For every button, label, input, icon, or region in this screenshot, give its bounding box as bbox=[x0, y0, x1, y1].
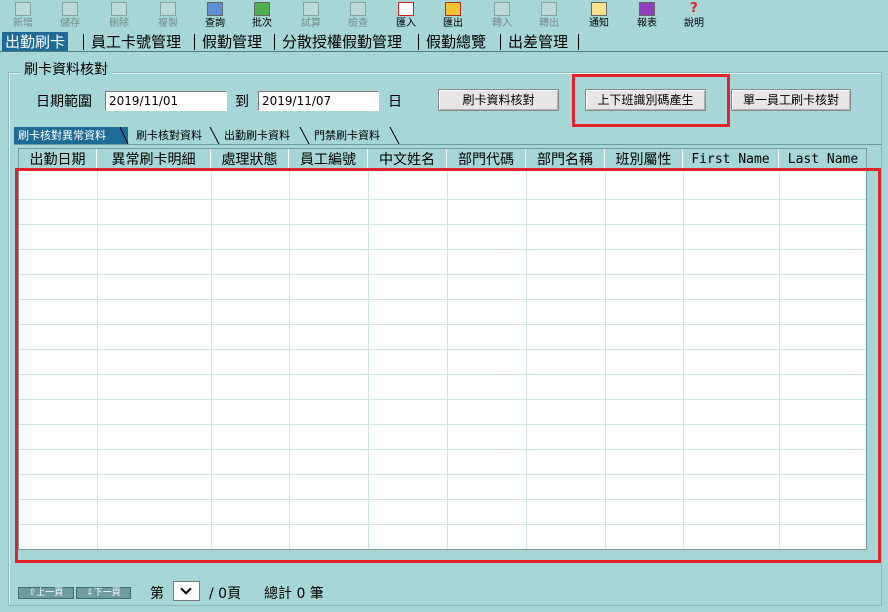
import-icon bbox=[398, 2, 414, 16]
prev-page-button[interactable]: ⇧上一頁 bbox=[18, 587, 74, 599]
date-range-label: 日期範圍 bbox=[36, 94, 92, 110]
page-total-label: / 0頁 bbox=[209, 586, 242, 602]
verify-card-data-button[interactable]: 刷卡資料核對 bbox=[438, 89, 559, 111]
tab-separator bbox=[500, 34, 501, 50]
date-from-input[interactable] bbox=[105, 91, 227, 111]
next-page-button[interactable]: ⇩下一頁 bbox=[76, 587, 131, 599]
tab-separator bbox=[418, 34, 419, 50]
query-button[interactable]: 查詢 bbox=[192, 0, 238, 32]
help-icon: ? bbox=[690, 1, 698, 16]
to-label: 到 bbox=[235, 94, 249, 110]
new-icon bbox=[15, 2, 31, 16]
group-title: 刷卡資料核對 bbox=[20, 61, 112, 79]
tab-leave-overview[interactable]: 假勤總覽 bbox=[423, 32, 489, 52]
report-label: 報表 bbox=[637, 18, 657, 29]
batch-label: 批次 bbox=[252, 18, 272, 29]
delete-icon bbox=[111, 2, 127, 16]
transfer-in-button[interactable]: 轉入 bbox=[479, 0, 525, 32]
record-total-label: 總計 0 筆 bbox=[264, 586, 324, 602]
down-arrow-icon: ⇩ bbox=[86, 588, 94, 598]
tab-attendance-card[interactable]: 出勤刷卡 bbox=[2, 32, 69, 52]
calculate-label: 試算 bbox=[301, 18, 321, 29]
query-icon bbox=[207, 2, 223, 16]
day-label: 日 bbox=[388, 94, 402, 110]
import-button[interactable]: 匯入 bbox=[383, 0, 429, 32]
tab-business-trip[interactable]: 出差管理 bbox=[505, 32, 571, 52]
query-label: 查詢 bbox=[205, 18, 225, 29]
tab-distributed-leave[interactable]: 分散授權假勤管理 bbox=[279, 32, 405, 52]
tab-separator bbox=[274, 34, 275, 50]
generate-shift-code-button[interactable]: 上下班識別碼產生 bbox=[585, 89, 706, 111]
copy-button[interactable]: 複製 bbox=[145, 0, 191, 32]
delete-button[interactable]: 刪除 bbox=[96, 0, 142, 32]
export-button[interactable]: 匯出 bbox=[430, 0, 476, 32]
copy-icon bbox=[160, 2, 176, 16]
tab-separator bbox=[83, 34, 84, 50]
notify-button[interactable]: 通知 bbox=[576, 0, 622, 32]
check-icon bbox=[350, 2, 366, 16]
save-icon bbox=[62, 2, 78, 16]
calculator-icon bbox=[303, 2, 319, 16]
tab-underline bbox=[0, 51, 888, 52]
notify-icon bbox=[591, 2, 607, 16]
batch-icon bbox=[254, 2, 270, 16]
delete-label: 刪除 bbox=[109, 18, 129, 29]
transfer-out-label: 轉出 bbox=[539, 18, 559, 29]
tab-leave-management[interactable]: 假勤管理 bbox=[199, 32, 265, 52]
grid-highlight-box bbox=[15, 168, 881, 563]
page-select[interactable] bbox=[173, 581, 200, 601]
single-employee-verify-button[interactable]: 單一員工刷卡核對 bbox=[731, 89, 851, 111]
export-icon bbox=[445, 2, 461, 16]
subtab-slants bbox=[119, 127, 400, 145]
date-to-input[interactable] bbox=[258, 91, 379, 111]
transfer-out-button[interactable]: 轉出 bbox=[526, 0, 572, 32]
copy-label: 複製 bbox=[158, 18, 178, 29]
page-prefix-label: 第 bbox=[150, 586, 164, 602]
tab-separator bbox=[578, 34, 579, 50]
help-label: 說明 bbox=[684, 18, 704, 29]
chevron-down-icon bbox=[180, 583, 192, 595]
export-label: 匯出 bbox=[443, 18, 463, 29]
new-button[interactable]: 新增 bbox=[0, 0, 46, 32]
transfer-out-icon bbox=[541, 2, 557, 16]
notify-label: 通知 bbox=[589, 18, 609, 29]
new-label: 新增 bbox=[13, 18, 33, 29]
save-button[interactable]: 儲存 bbox=[47, 0, 93, 32]
toolbar: 新增 儲存 刪除 複製 查詢 批次 試算 檢查 匯入 匯出 轉入 轉出 通知 報… bbox=[0, 0, 888, 32]
prev-page-label: 上一頁 bbox=[36, 588, 64, 598]
subtab-underline bbox=[14, 144, 882, 145]
import-label: 匯入 bbox=[396, 18, 416, 29]
save-label: 儲存 bbox=[60, 18, 80, 29]
report-button[interactable]: 報表 bbox=[624, 0, 670, 32]
calculate-button[interactable]: 試算 bbox=[288, 0, 334, 32]
tab-separator bbox=[194, 34, 195, 50]
batch-button[interactable]: 批次 bbox=[239, 0, 285, 32]
next-page-label: 下一頁 bbox=[93, 588, 121, 598]
report-icon bbox=[639, 2, 655, 16]
check-button[interactable]: 檢查 bbox=[335, 0, 381, 32]
tab-employee-card-number[interactable]: 員工卡號管理 bbox=[88, 32, 184, 52]
transfer-in-icon bbox=[494, 2, 510, 16]
check-label: 檢查 bbox=[348, 18, 368, 29]
transfer-in-label: 轉入 bbox=[492, 18, 512, 29]
help-button[interactable]: ? 說明 bbox=[671, 0, 717, 32]
